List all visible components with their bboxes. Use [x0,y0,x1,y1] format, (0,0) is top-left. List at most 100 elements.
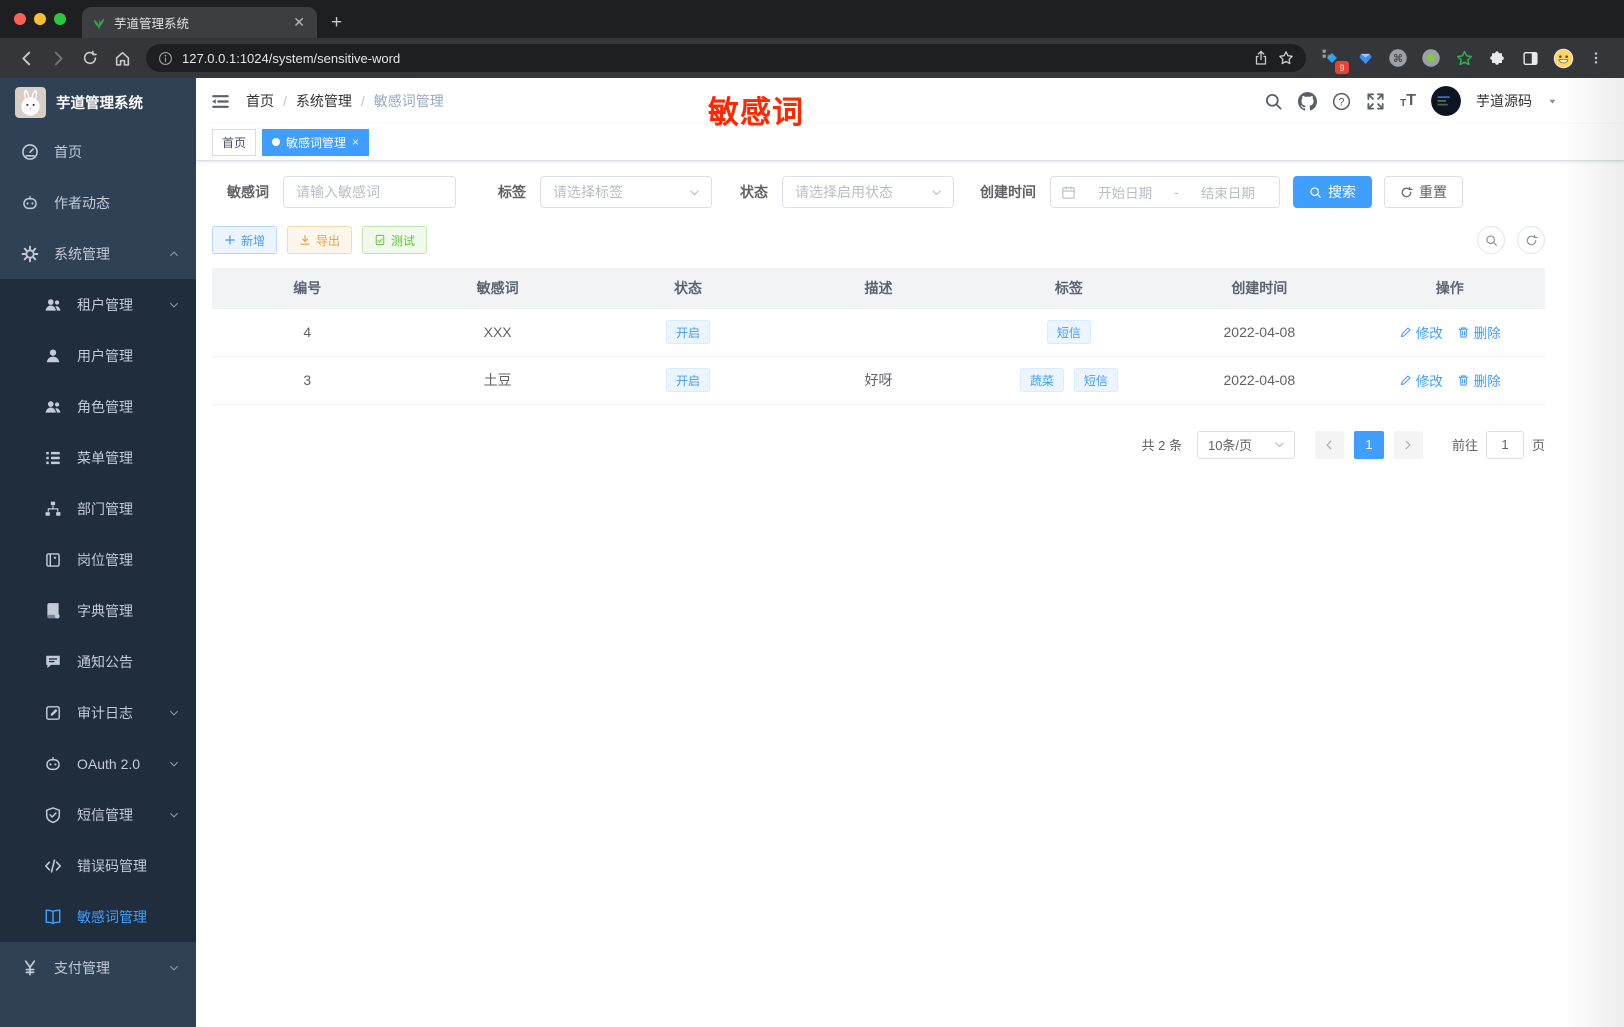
add-button[interactable]: 新增 [212,226,278,254]
username-text[interactable]: 芋道源码 [1476,91,1532,111]
delete-link[interactable]: 删除 [1457,370,1501,390]
reset-button[interactable]: 重置 [1384,176,1463,208]
extension-green-star-icon[interactable] [1452,46,1476,70]
test-button[interactable]: 测试 [362,226,428,254]
fullscreen-icon[interactable] [1366,92,1385,111]
svg-text:⌘: ⌘ [1393,53,1404,65]
extensions-puzzle-icon[interactable] [1485,46,1509,70]
sidebar-item-4[interactable]: 用户管理 [0,330,196,381]
browser-tab-title: 芋道管理系统 [114,17,190,31]
browser-menu-button[interactable] [1584,46,1608,70]
collapse-sidebar-button[interactable] [196,78,246,124]
goto-page-input[interactable] [1485,430,1524,459]
user-avatar[interactable] [1431,86,1461,116]
sidebar-item-3[interactable]: 租户管理 [0,279,196,330]
page-content: 敏感词 标签 请选择标签 状态 [196,161,1624,1027]
breadcrumb-current: 敏感词管理 [373,93,444,109]
sidebar-item-0[interactable]: 首页 [0,126,196,177]
page-1-button[interactable]: 1 [1353,430,1384,459]
filter-form: 敏感词 标签 请选择标签 状态 [212,176,1545,208]
share-icon[interactable] [1253,50,1269,66]
zoom-window-button[interactable] [54,13,66,25]
sidebar-item-label: 作者动态 [54,194,110,211]
cell-description [783,307,974,357]
bookmark-star-icon[interactable] [1278,50,1294,66]
extension-command-icon[interactable]: ⌘ [1386,46,1410,70]
edit-link[interactable]: 修改 [1399,370,1443,390]
red-annotation-text: 敏感词 [708,95,804,130]
back-button[interactable] [13,45,39,71]
new-tab-button[interactable]: + [331,7,342,38]
profile-avatar[interactable] [1551,46,1575,70]
date-range-picker[interactable]: 开始日期 - 结束日期 [1050,176,1280,208]
column-header: 操作 [1354,268,1545,308]
sidebar-item-15[interactable]: 敏感词管理 [0,891,196,942]
sidebar-item-10[interactable]: 通知公告 [0,636,196,687]
prev-page-button[interactable] [1314,430,1344,459]
font-size-icon[interactable]: TT [1400,93,1416,109]
edit-link[interactable]: 修改 [1399,322,1443,342]
date-end-placeholder[interactable]: 结束日期 [1187,182,1269,202]
address-bar[interactable]: 127.0.0.1:1024/system/sensitive-word [146,44,1306,72]
delete-link[interactable]: 删除 [1457,322,1501,342]
svg-text:?: ? [1339,96,1345,108]
sidebar-item-13[interactable]: 短信管理 [0,789,196,840]
test-button-label: 测试 [391,233,416,248]
search-icon [1485,234,1498,247]
tab-home[interactable]: 首页 [212,128,257,156]
keyword-input[interactable] [296,184,443,200]
page-size-select[interactable]: 10条/页 [1196,430,1295,459]
url-text[interactable]: 127.0.0.1:1024/system/sensitive-word [182,51,1244,66]
sidebar-item-11[interactable]: 审计日志 [0,687,196,738]
sidebar-item-2[interactable]: 系统管理 [0,228,196,279]
extension-diamond-icon[interactable]: 9 [1320,46,1349,74]
tag-select[interactable]: 请选择标签 [540,176,712,208]
sidebar-item-8[interactable]: 岗位管理 [0,534,196,585]
browser-tab[interactable]: 芋道管理系统 ✕ [82,7,317,38]
refresh-table-button[interactable] [1517,226,1545,254]
sidebar-item-16[interactable]: 支付管理 [0,942,196,993]
chevron-down-icon [688,186,701,199]
cell-id: 4 [212,307,403,357]
export-button[interactable]: 导出 [287,226,353,254]
search-icon[interactable] [1264,92,1283,111]
breadcrumb-home[interactable]: 首页 [246,91,274,111]
help-icon[interactable]: ? [1332,92,1351,111]
reload-button[interactable] [77,45,103,71]
record-circle-icon [1421,48,1441,68]
search-button[interactable]: 搜索 [1293,176,1372,208]
sidebar-item-5[interactable]: 角色管理 [0,381,196,432]
tab-sensitive-word[interactable]: 敏感词管理 × [262,128,370,156]
breadcrumb-system[interactable]: 系统管理 [296,91,352,111]
sidebar-item-label: 审计日志 [77,704,133,721]
pagination-total: 共 2 条 [1141,438,1182,453]
status-select[interactable]: 请选择启用状态 [782,176,954,208]
caret-down-icon[interactable] [1547,96,1558,107]
cell-tags: 蔬菜 短信 [973,356,1165,405]
forward-button[interactable] [45,45,71,71]
column-header: 标签 [973,268,1165,308]
toggle-search-button[interactable] [1477,226,1505,254]
extension-gem-icon[interactable] [1353,46,1377,70]
close-window-button[interactable] [14,13,26,25]
tab-close-icon[interactable]: ✕ [291,14,307,31]
tab-close-icon[interactable]: × [352,135,359,149]
sensitive-word-book-icon [44,908,62,926]
sidebar-item-12[interactable]: OAuth 2.0 [0,738,196,789]
home-button[interactable] [109,45,135,71]
sidebar-item-1[interactable]: 作者动态 [0,177,196,228]
minimize-window-button[interactable] [34,13,46,25]
date-start-placeholder[interactable]: 开始日期 [1084,182,1166,202]
sidebar-item-9[interactable]: 字典管理 [0,585,196,636]
info-icon[interactable] [158,51,173,66]
side-panel-icon[interactable] [1518,46,1542,70]
sidebar-item-6[interactable]: 菜单管理 [0,432,196,483]
github-icon[interactable] [1298,91,1318,111]
table-row: 3 土豆 开启 好呀 蔬菜 短信 2022-04-08 修改 删除 [212,356,1545,405]
extension-record-icon[interactable] [1419,46,1443,70]
sidebar-item-14[interactable]: 错误码管理 [0,840,196,891]
chevron-down-icon [168,299,180,311]
next-page-button[interactable] [1393,430,1423,459]
sidebar-item-7[interactable]: 部门管理 [0,483,196,534]
sidebar-logo[interactable]: 芋道管理系统 [0,78,196,126]
